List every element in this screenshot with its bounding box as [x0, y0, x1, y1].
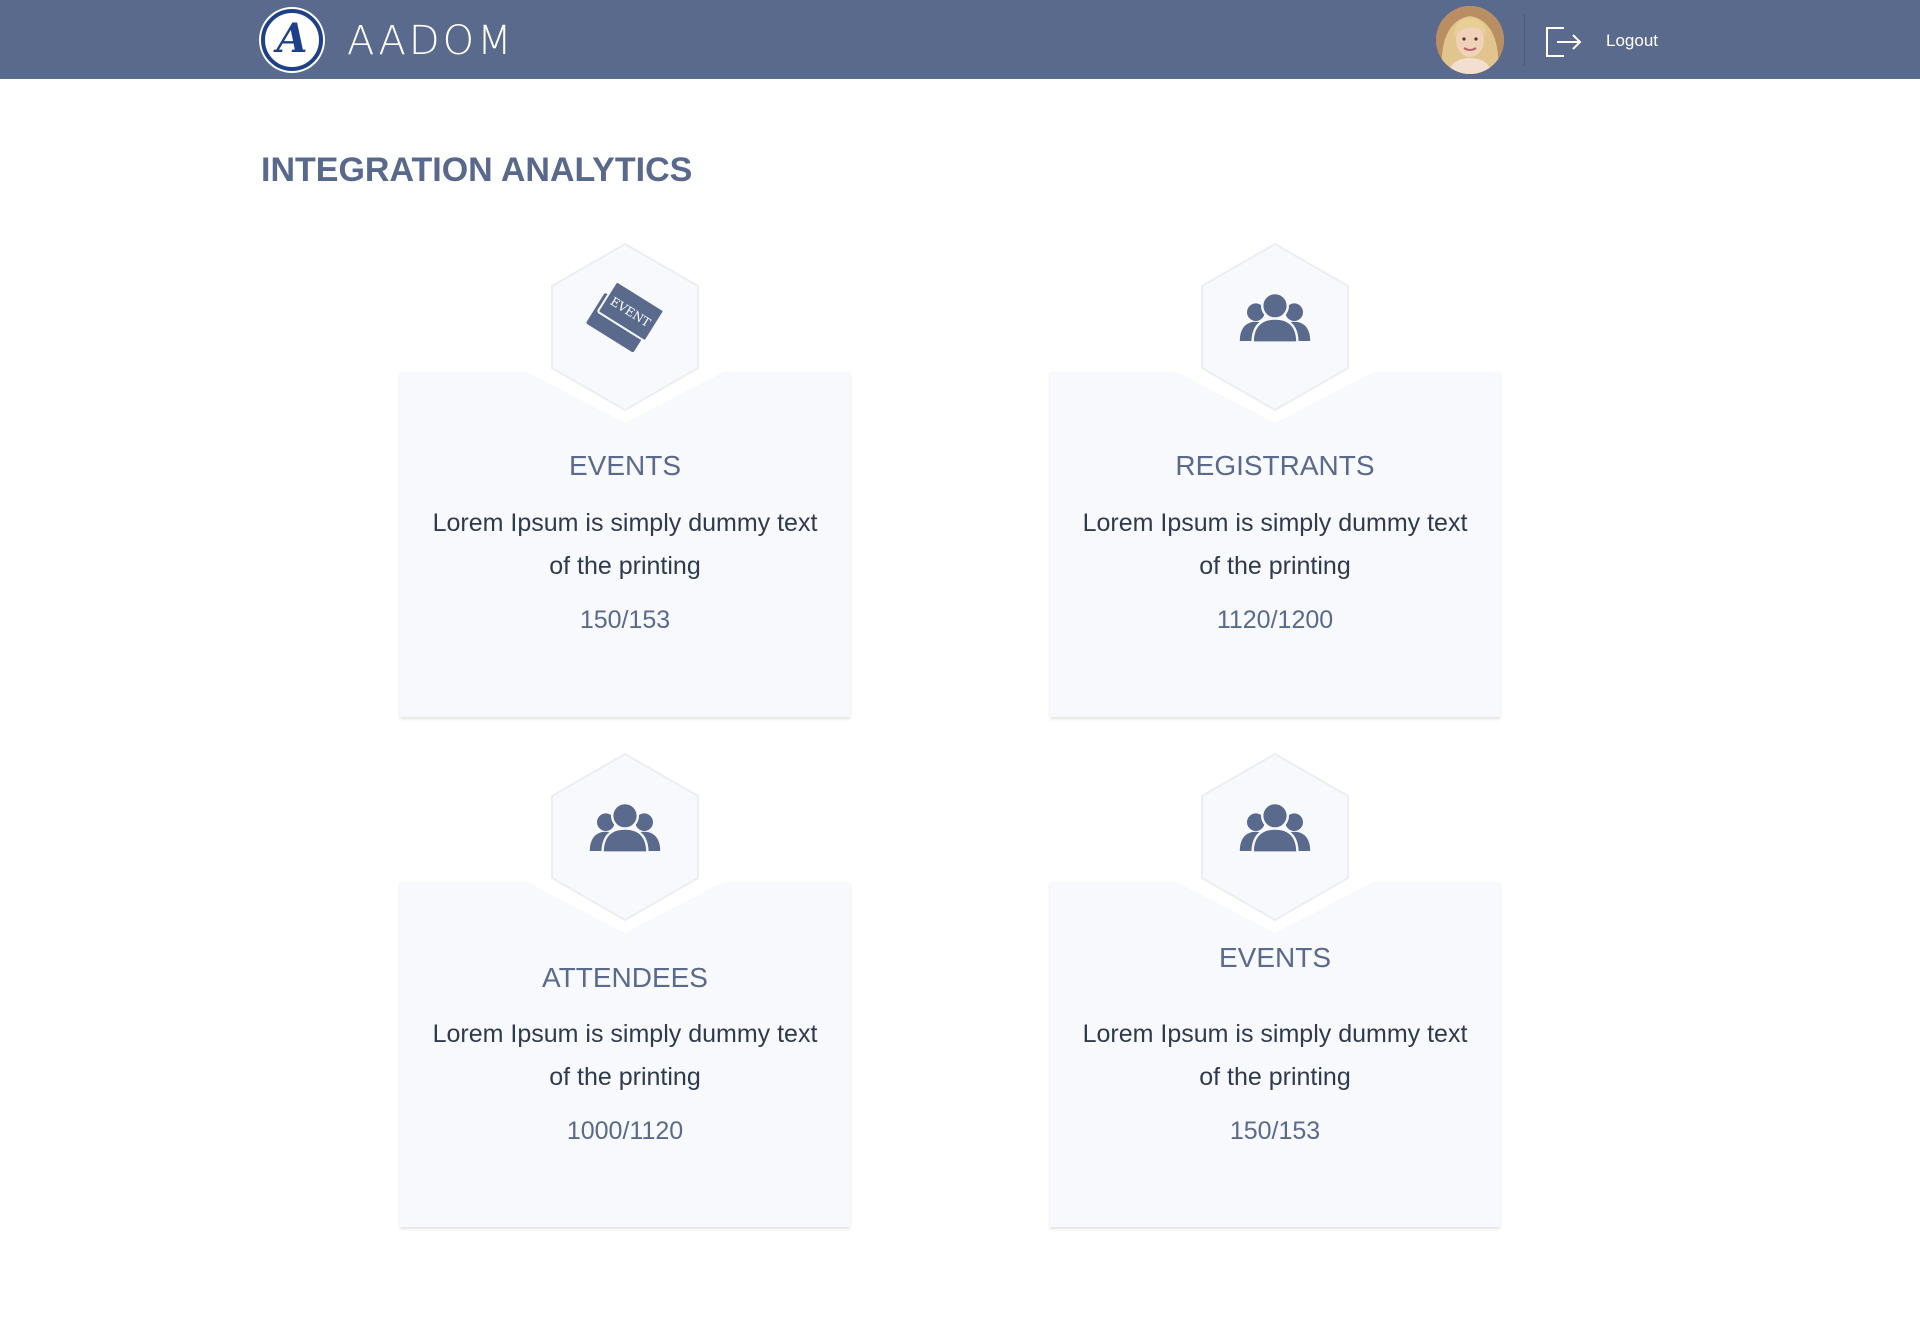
card-description: Lorem Ipsum is simply dummy text of the … [432, 1020, 818, 1091]
card-stat: 1000/1120 [566, 1117, 684, 1145]
card-events[interactable]: EVENT EVENTS Lorem Ipsum is simply dummy… [400, 242, 850, 717]
users-group-icon [589, 801, 661, 854]
card-registrants[interactable]: REGISTRANTS Lorem Ipsum is simply dummy … [1050, 242, 1500, 717]
page-title: INTEGRATION ANALYTICS [261, 151, 693, 189]
card-description: Lorem Ipsum is simply dummy text of the … [1082, 1020, 1468, 1091]
card-stat: 1120/1200 [1216, 606, 1334, 634]
logout-link[interactable]: Logout [1606, 31, 1658, 51]
card-title: EVENTS [568, 450, 682, 481]
logo-letter: A [276, 15, 308, 62]
card-description: Lorem Ipsum is simply dummy text of the … [432, 509, 818, 580]
card-title: REGISTRANTS [1175, 450, 1375, 481]
card-stat: 150/153 [1229, 1117, 1321, 1145]
logo[interactable]: A [261, 9, 323, 71]
users-group-icon [1239, 291, 1311, 344]
card-stat: 150/153 [579, 606, 671, 634]
card-events-secondary[interactable]: EVENTS Lorem Ipsum is simply dummy text … [1050, 752, 1500, 1227]
brand-name[interactable]: AADOM [347, 17, 515, 65]
navbar-divider [1524, 14, 1525, 66]
event-ticket-icon: EVENT [586, 280, 665, 353]
card-description: Lorem Ipsum is simply dummy text of the … [1082, 509, 1468, 580]
logout-icon[interactable] [1544, 20, 1584, 60]
card-title: EVENTS [1218, 942, 1332, 973]
user-avatar[interactable] [1436, 6, 1504, 74]
card-title: ATTENDEES [542, 962, 708, 993]
top-navbar: A AADOM Logout [0, 0, 1920, 79]
users-group-icon [1239, 801, 1311, 854]
card-attendees[interactable]: ATTENDEES Lorem Ipsum is simply dummy te… [400, 752, 850, 1227]
